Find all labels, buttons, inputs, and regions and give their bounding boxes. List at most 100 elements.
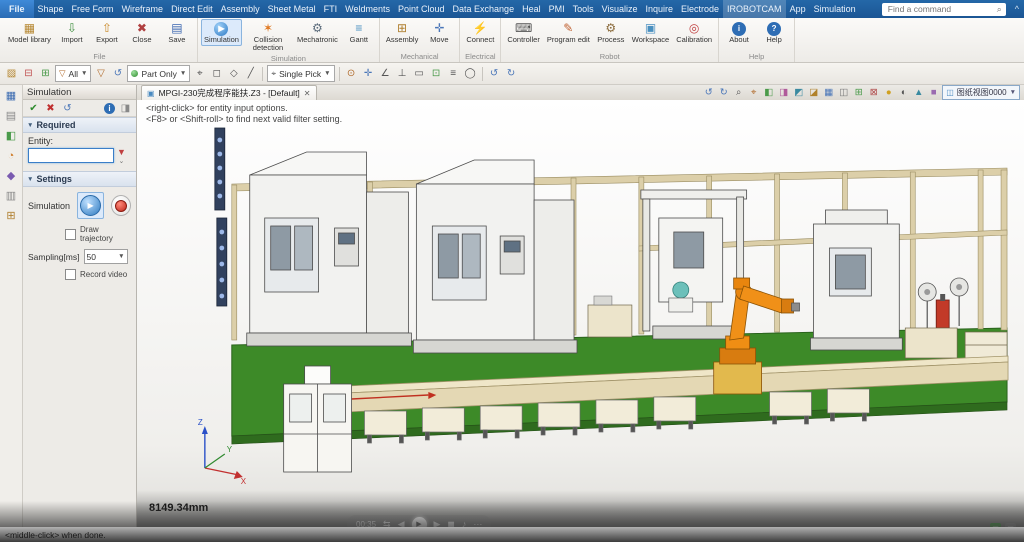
import-button[interactable]: ⇩ Import <box>55 19 89 46</box>
required-section-header[interactable]: ▼ Required <box>23 117 136 133</box>
menu-simulation[interactable]: Simulation <box>810 0 860 18</box>
circle-tool-icon[interactable]: ◯ <box>463 66 478 81</box>
display-hidden-icon[interactable]: ◩ <box>792 86 805 99</box>
view-add-icon[interactable]: ⊞ <box>852 86 865 99</box>
document-tab[interactable]: ▣ MPGI-230完成程序能扶.Z3 - [Default] ✕ <box>141 85 317 100</box>
menu-heal[interactable]: Heal <box>518 0 545 18</box>
list-icon[interactable]: ≡ <box>446 66 461 81</box>
open-icon[interactable]: ▨ <box>4 66 19 81</box>
menu-visualize[interactable]: Visualize <box>598 0 642 18</box>
perpendicular-icon[interactable]: ⊥ <box>395 66 410 81</box>
menu-sheet-metal[interactable]: Sheet Metal <box>264 0 320 18</box>
view-grid-icon[interactable]: ▦ <box>822 86 835 99</box>
pick-box-icon[interactable]: ◻ <box>209 66 224 81</box>
confirm-icon[interactable]: ✔ <box>27 102 40 115</box>
menu-app[interactable]: App <box>786 0 810 18</box>
command-search[interactable]: ⌕ <box>882 3 1006 16</box>
menu-pmi[interactable]: PMI <box>545 0 569 18</box>
snap-center-icon[interactable]: ⊙ <box>344 66 359 81</box>
move-button[interactable]: ✛ Move <box>422 19 456 46</box>
about-button[interactable]: i About <box>722 19 756 46</box>
menu-inquire[interactable]: Inquire <box>641 0 677 18</box>
mechatronic-button[interactable]: ⚙ Mechatronic <box>294 19 341 46</box>
filter-dropdown[interactable]: ▽ All ▼ <box>55 65 91 82</box>
draw-trajectory-checkbox[interactable] <box>65 229 76 240</box>
sampling-dropdown[interactable]: 50 ▼ <box>84 249 128 264</box>
display-section-icon[interactable]: ◪ <box>807 86 820 99</box>
record-simulation-button[interactable] <box>111 195 131 216</box>
move-tool-icon[interactable]: ✛ <box>361 66 376 81</box>
view-close-icon[interactable]: ⊠ <box>867 86 880 99</box>
controller-button[interactable]: ⌨ Controller <box>504 19 543 46</box>
manager-tree-icon[interactable]: ▦ <box>3 88 19 103</box>
connect-button[interactable]: ⚡ Connect <box>463 19 497 46</box>
add-filter-icon[interactable]: ⊞ <box>38 66 53 81</box>
scene-3d[interactable]: Z X Y <box>137 100 1024 542</box>
pin-icon[interactable]: ◨ <box>119 102 132 115</box>
pick-line-icon[interactable]: ╱ <box>243 66 258 81</box>
machine-4[interactable] <box>810 210 902 350</box>
menu-wireframe[interactable]: Wireframe <box>118 0 168 18</box>
zoom-icon[interactable]: ⌕ <box>732 86 745 99</box>
view-rotate-left-icon[interactable]: ↺ <box>702 86 715 99</box>
undo-icon[interactable]: ↺ <box>487 66 502 81</box>
calibration-button[interactable]: ◎ Calibration <box>673 19 715 46</box>
save-button[interactable]: ▤ Save <box>160 19 194 46</box>
half-shade-icon[interactable]: ◐ <box>897 86 910 99</box>
clear-filter-icon[interactable]: ▽ <box>93 66 108 81</box>
view-split-icon[interactable]: ◫ <box>837 86 850 99</box>
menu-fti[interactable]: FTI <box>320 0 342 18</box>
pick-mode-dropdown[interactable]: ⌖ Single Pick ▼ <box>267 65 334 82</box>
settings-section-header[interactable]: ▼ Settings <box>23 171 136 187</box>
angle-snap-icon[interactable]: ∠ <box>378 66 393 81</box>
pick-target-icon[interactable]: ⌖ <box>192 66 207 81</box>
menu-tools[interactable]: Tools <box>569 0 598 18</box>
view-material-icon[interactable]: ■ <box>927 86 940 99</box>
collision-detection-button[interactable]: ✶ Collision detection <box>243 19 293 54</box>
help-button[interactable]: ? Help <box>757 19 791 46</box>
viewport[interactable]: ▣ MPGI-230完成程序能扶.Z3 - [Default] ✕ ↺ ↻ ⌕ … <box>137 85 1024 542</box>
gantt-button[interactable]: ≡ Gantt <box>342 19 376 46</box>
menu-point-cloud[interactable]: Point Cloud <box>394 0 449 18</box>
play-simulation-button[interactable]: ▶ <box>80 195 101 216</box>
reset-icon[interactable]: ↺ <box>61 102 74 115</box>
menu-file[interactable]: File <box>0 0 34 18</box>
menu-irobotcam[interactable]: IROBOTCAM <box>723 0 786 18</box>
reset-filter-icon[interactable]: ↺ <box>110 66 125 81</box>
process-button[interactable]: ⚙ Process <box>594 19 628 46</box>
focus-icon[interactable]: ⌖ <box>747 86 760 99</box>
menu-assembly[interactable]: Assembly <box>217 0 264 18</box>
ribbon-collapse-icon[interactable]: ^ <box>1010 4 1024 14</box>
grid-snap-icon[interactable]: ⊡ <box>429 66 444 81</box>
assembly-tree-icon[interactable]: ⊞ <box>3 208 19 223</box>
history-icon[interactable]: ▤ <box>3 108 19 123</box>
display-mode-dropdown[interactable]: Part Only ▼ <box>127 65 190 82</box>
highlight-icon[interactable]: ● <box>882 86 895 99</box>
view-triad-icon[interactable]: ▲ <box>912 86 925 99</box>
remove-filter-icon[interactable]: ⊟ <box>21 66 36 81</box>
assembly-button[interactable]: ⊞ Assembly <box>383 19 422 46</box>
rect-tool-icon[interactable]: ▭ <box>412 66 427 81</box>
menu-weldments[interactable]: Weldments <box>341 0 394 18</box>
menu-electrode[interactable]: Electrode <box>677 0 723 18</box>
layer-icon[interactable]: ◧ <box>3 128 19 143</box>
menu-data-exchange[interactable]: Data Exchange <box>449 0 519 18</box>
program-edit-button[interactable]: ✎ Program edit <box>544 19 593 46</box>
search-input[interactable] <box>886 3 994 15</box>
model-library-button[interactable]: ▦ Model library <box>5 19 54 46</box>
menu-shape[interactable]: Shape <box>34 0 68 18</box>
entity-expand-icon[interactable]: ⌄ <box>119 157 125 166</box>
entity-input[interactable] <box>28 148 114 163</box>
visual-manager-icon[interactable]: ◆ <box>3 168 19 183</box>
export-button[interactable]: ⇧ Export <box>90 19 124 46</box>
display-wireframe-icon[interactable]: ◨ <box>777 86 790 99</box>
view-rotate-right-icon[interactable]: ↻ <box>717 86 730 99</box>
cancel-icon[interactable]: ✖ <box>44 102 57 115</box>
redo-icon[interactable]: ↻ <box>504 66 519 81</box>
view-selector[interactable]: ◫ 图纸视图0000 ▼ <box>942 85 1020 100</box>
info-icon[interactable]: i <box>104 103 115 114</box>
simulation-button[interactable]: ▶ Simulation <box>201 19 242 46</box>
menu-direct-edit[interactable]: Direct Edit <box>167 0 217 18</box>
workspace-button[interactable]: ▣ Workspace <box>629 19 672 46</box>
record-video-checkbox[interactable] <box>65 269 76 280</box>
